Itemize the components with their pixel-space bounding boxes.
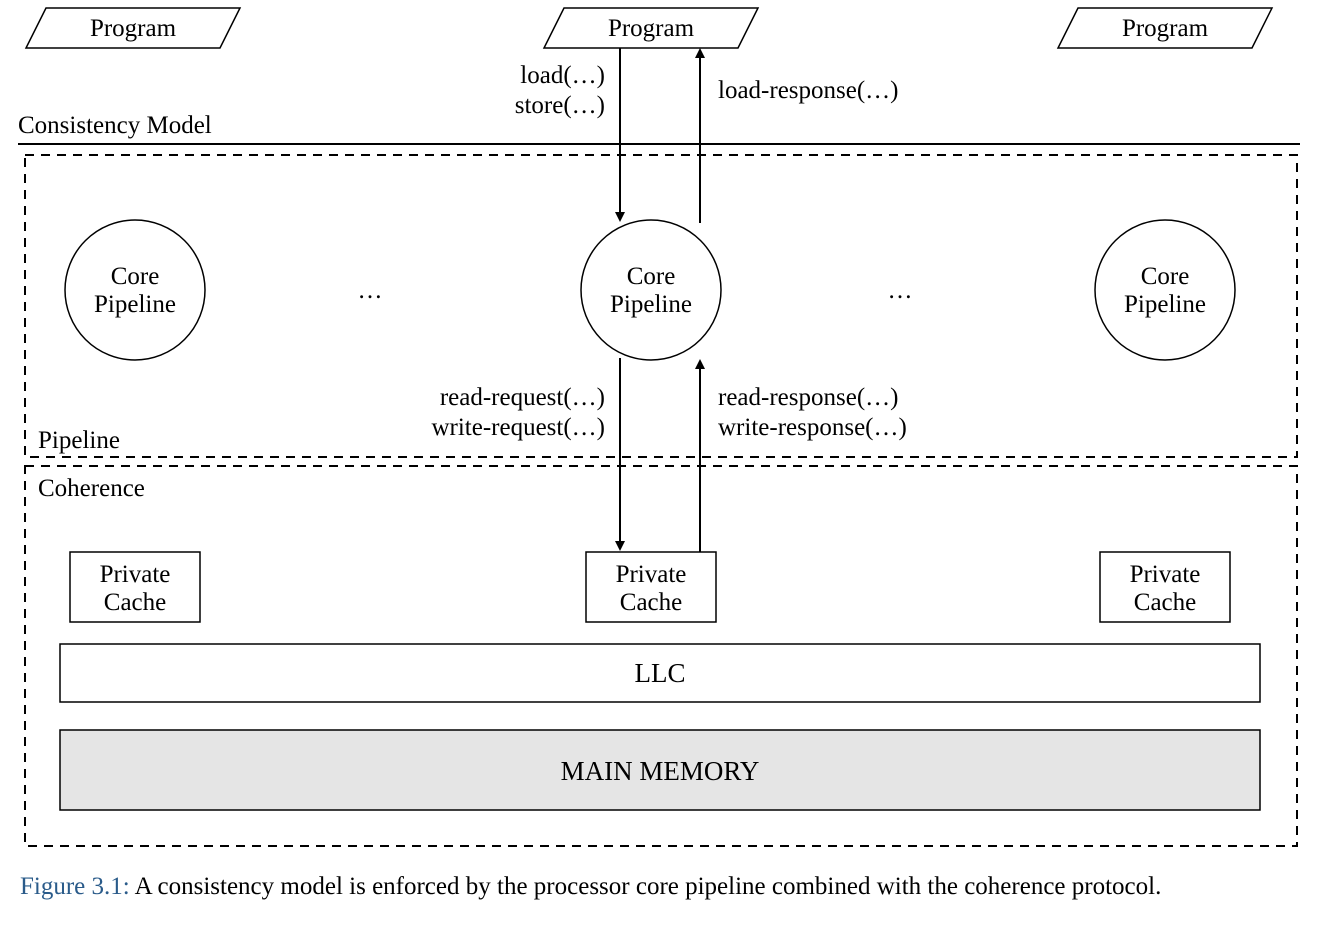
private-cache-right: Private Cache (1100, 552, 1230, 622)
private-cache-left: Private Cache (70, 552, 200, 622)
core-line1-right: Core (1141, 263, 1190, 290)
private-cache-center-l2: Cache (620, 589, 682, 616)
program-label-center: Program (608, 15, 695, 42)
private-cache-center: Private Cache (586, 552, 716, 622)
main-memory-label: MAIN MEMORY (561, 756, 760, 786)
figure-number: Figure 3.1: (20, 873, 130, 900)
core-pipeline-right: Core Pipeline (1095, 220, 1235, 360)
core-line1-left: Core (111, 263, 160, 290)
diagram-svg: Program Program Program Consistency Mode… (0, 0, 1322, 870)
core-pipeline-left: Core Pipeline (65, 220, 205, 360)
label-load: load(…) (520, 62, 605, 89)
label-read-request: read-request(…) (440, 384, 605, 411)
private-cache-left-l2: Cache (104, 589, 166, 616)
section-coherence: Coherence (38, 475, 145, 502)
program-box-right: Program (1058, 8, 1272, 48)
core-pipeline-center: Core Pipeline (581, 220, 721, 360)
label-store: store(…) (515, 92, 605, 119)
ellipsis-left: … (358, 277, 383, 304)
llc-box: LLC (60, 644, 1260, 702)
program-box-center: Program (544, 8, 758, 48)
label-load-response: load-response(…) (718, 77, 899, 104)
private-cache-right-l2: Cache (1134, 589, 1196, 616)
program-box-left: Program (26, 8, 240, 48)
core-line2-left: Pipeline (94, 291, 176, 318)
program-label-left: Program (90, 15, 177, 42)
label-write-response: write-response(…) (718, 414, 907, 441)
label-read-response: read-response(…) (718, 384, 898, 411)
label-write-request: write-request(…) (431, 414, 605, 441)
ellipsis-right: … (888, 277, 913, 304)
diagram-page: Program Program Program Consistency Mode… (0, 0, 1322, 946)
core-line2-center: Pipeline (610, 291, 692, 318)
program-label-right: Program (1122, 15, 1209, 42)
llc-label: LLC (635, 658, 686, 688)
section-pipeline: Pipeline (38, 427, 120, 454)
figure-caption-text: A consistency model is enforced by the p… (130, 873, 1162, 900)
private-cache-left-l1: Private (100, 561, 171, 588)
core-line1-center: Core (627, 263, 676, 290)
core-line2-right: Pipeline (1124, 291, 1206, 318)
main-memory-box: MAIN MEMORY (60, 730, 1260, 810)
section-consistency-model: Consistency Model (18, 112, 212, 139)
figure-caption: Figure 3.1: A consistency model is enfor… (20, 870, 1292, 905)
private-cache-right-l1: Private (1130, 561, 1201, 588)
private-cache-center-l1: Private (616, 561, 687, 588)
